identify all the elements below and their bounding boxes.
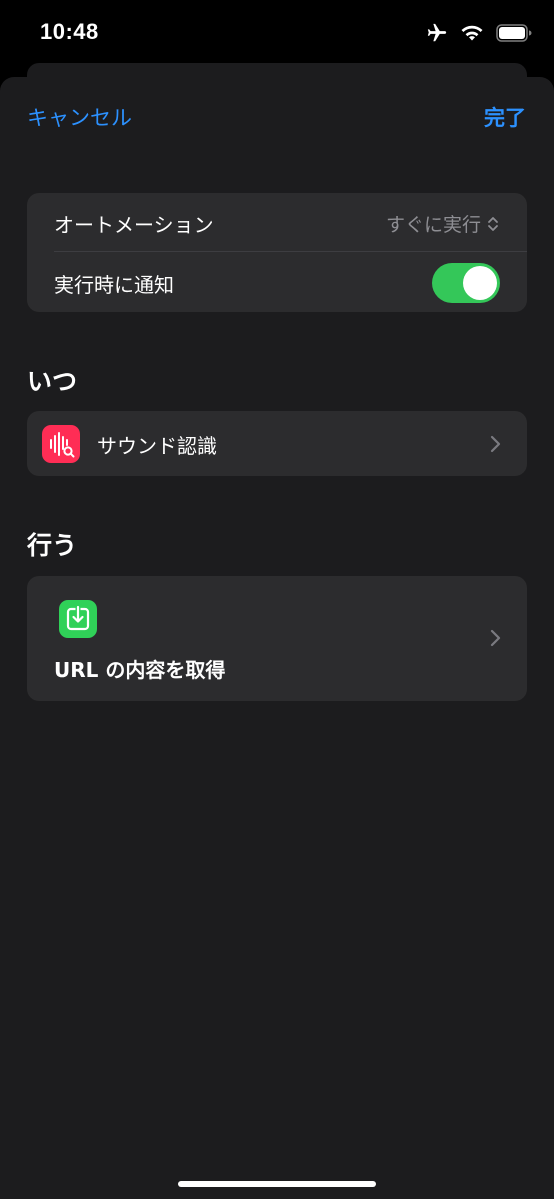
sound-recognition-icon	[42, 425, 80, 463]
notify-label: 実行時に通知	[54, 273, 174, 297]
chevron-right-icon	[490, 435, 501, 453]
do-section-title: 行う	[27, 531, 78, 560]
automation-label: オートメーション	[54, 213, 214, 237]
toggle-knob	[463, 266, 497, 300]
chevron-right-icon	[490, 629, 501, 647]
row-divider	[54, 251, 527, 252]
screen: 10:48 キャンセル 完了 オートメーション すぐに実行 実行時に通知 いつ …	[0, 0, 554, 1199]
automation-value-picker[interactable]: すぐに実行	[386, 210, 499, 237]
automation-row[interactable]: オートメーション すぐに実行	[27, 193, 527, 252]
chevron-up-down-icon	[488, 216, 498, 231]
done-button[interactable]: 完了	[484, 102, 526, 132]
automation-value: すぐに実行	[385, 214, 481, 236]
trigger-label: サウンド認識	[97, 434, 217, 458]
when-section-title: いつ	[27, 367, 78, 396]
status-icons	[426, 22, 532, 44]
status-time: 10:48	[40, 19, 99, 44]
airplane-icon	[427, 23, 447, 42]
automation-sheet: キャンセル 完了 オートメーション すぐに実行 実行時に通知 いつ サウンド認識…	[0, 77, 554, 1199]
trigger-row[interactable]: サウンド認識	[27, 411, 527, 476]
status-bar: 10:48	[0, 0, 554, 66]
notify-row: 実行時に通知	[27, 253, 527, 312]
battery-icon	[496, 24, 532, 42]
action-label: URL の内容を取得	[54, 658, 226, 682]
wifi-icon	[461, 25, 483, 41]
action-row[interactable]: URL の内容を取得	[27, 576, 527, 701]
settings-card: オートメーション すぐに実行 実行時に通知	[27, 193, 527, 312]
home-indicator[interactable]	[178, 1181, 376, 1187]
notify-toggle[interactable]	[432, 263, 500, 303]
cancel-button[interactable]: キャンセル	[27, 102, 132, 132]
download-icon	[59, 600, 97, 638]
